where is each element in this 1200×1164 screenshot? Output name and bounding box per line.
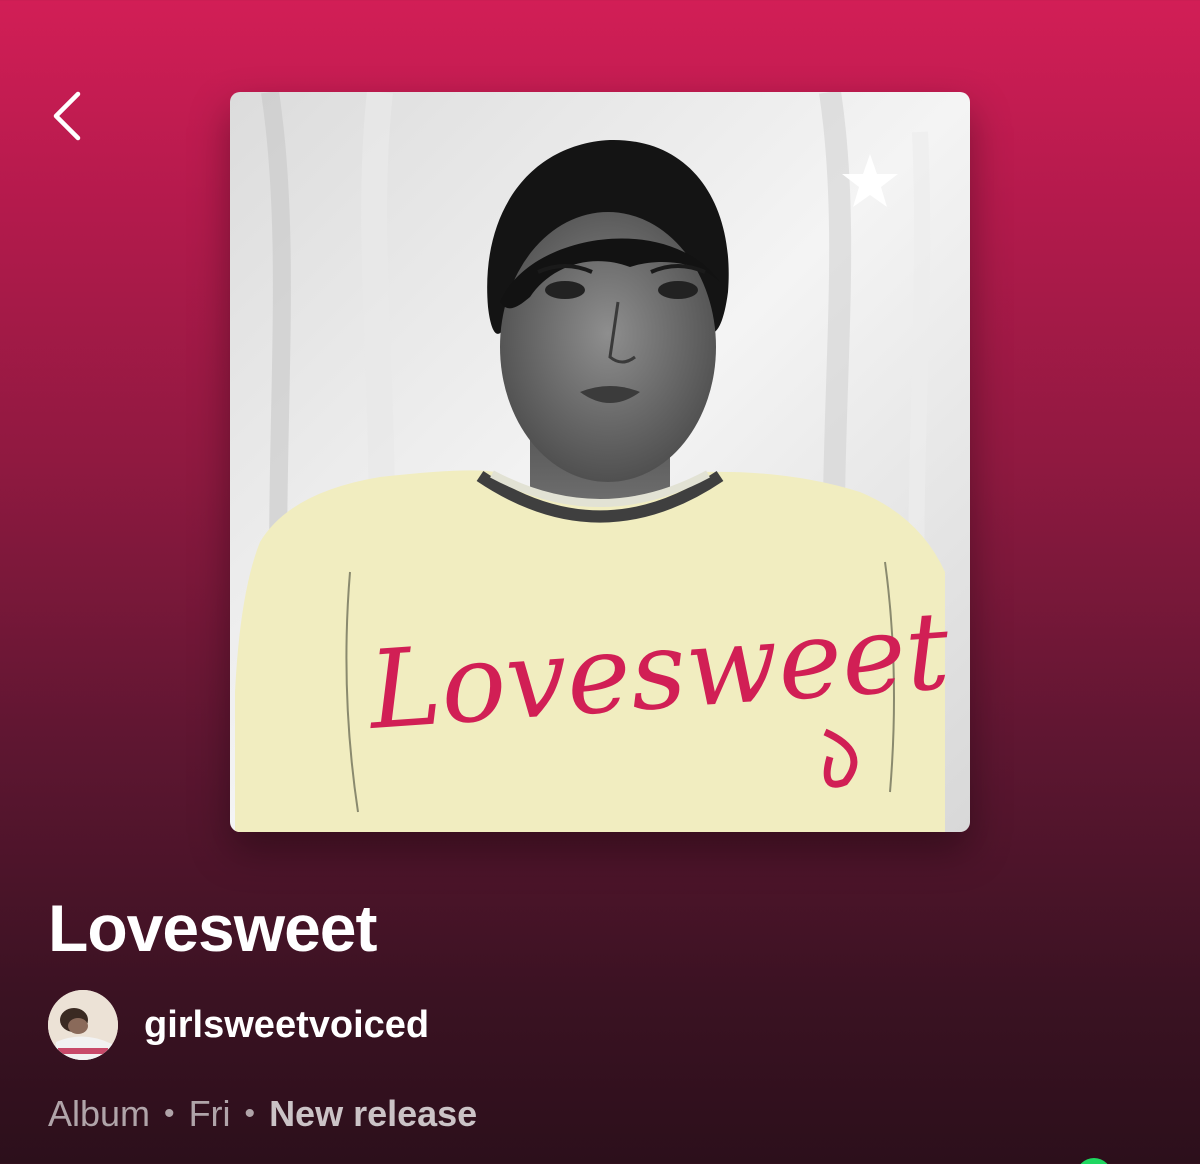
- album-cover: Lovesweet: [230, 92, 970, 832]
- artist-name: girlsweetvoiced: [144, 1003, 430, 1046]
- separator-dot: •: [164, 1097, 175, 1130]
- back-button[interactable]: [46, 88, 94, 144]
- chevron-left-icon: [53, 91, 81, 141]
- artist-avatar: [48, 990, 118, 1060]
- release-day: Fri: [188, 1093, 231, 1134]
- play-button-edge[interactable]: [1076, 1158, 1112, 1164]
- album-type: Album: [48, 1093, 151, 1134]
- album-cover-art: Lovesweet: [230, 92, 970, 832]
- new-release-badge: New release: [269, 1093, 478, 1134]
- artist-link[interactable]: girlsweetvoiced: [48, 990, 429, 1060]
- album-meta: Album • Fri • New release: [48, 1090, 477, 1138]
- separator-dot: •: [244, 1097, 256, 1130]
- album-title: Lovesweet: [48, 891, 377, 965]
